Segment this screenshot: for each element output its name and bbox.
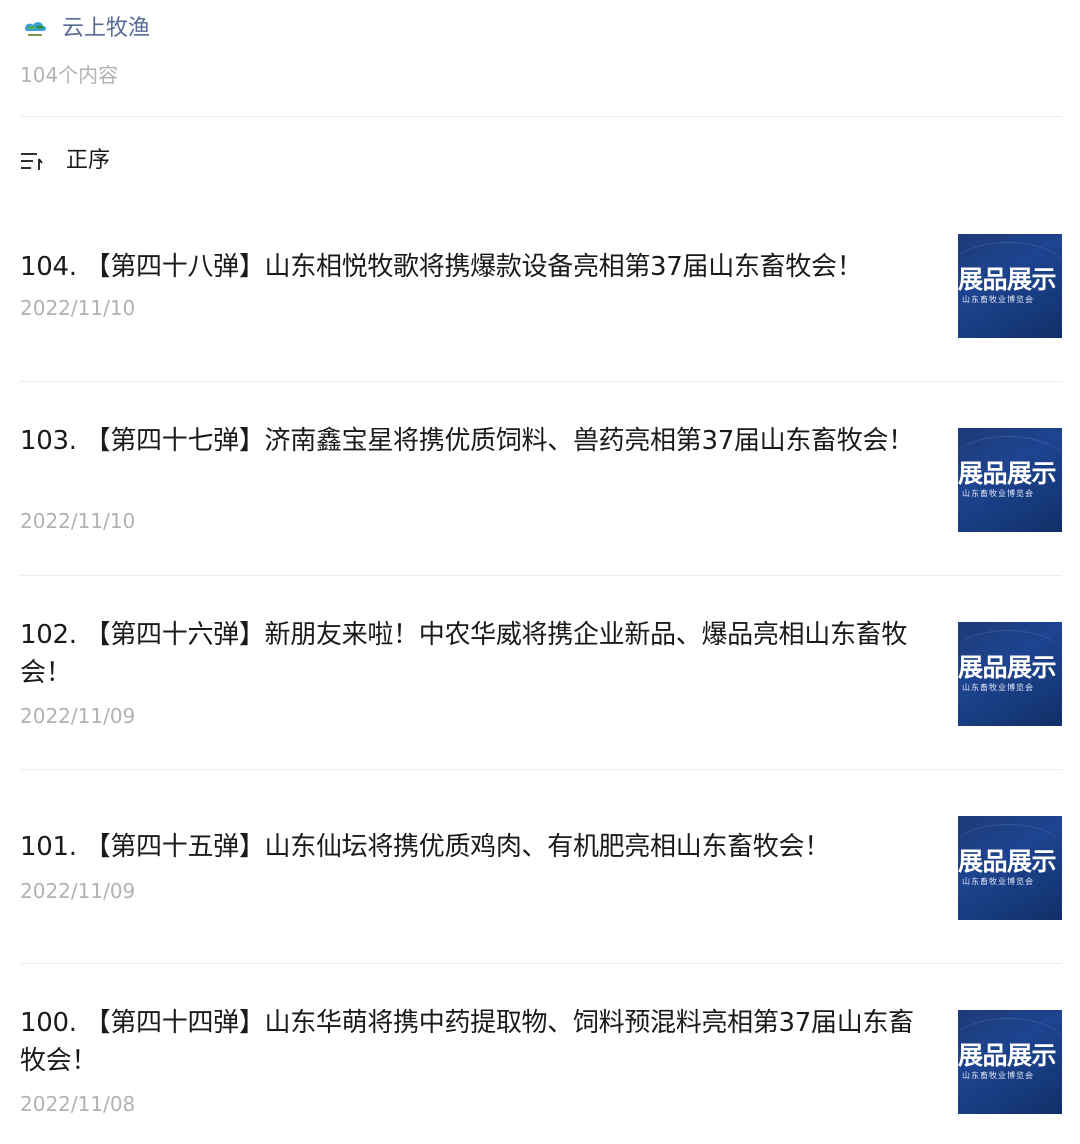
article-title[interactable]: 101. 【第四十五弹】山东仙坛将携优质鸡肉、有机肥亮相山东畜牧会！: [20, 828, 920, 866]
article-thumbnail[interactable]: 展品展示 山东畜牧业博览会: [958, 816, 1062, 920]
thumbnail-title: 展品展示: [958, 1041, 1057, 1070]
divider: [20, 116, 1062, 117]
article-date: 2022/11/10: [20, 509, 136, 533]
account-header[interactable]: 云上牧渔: [20, 12, 150, 46]
sort-order-icon: [20, 149, 46, 173]
cloud-fish-logo-icon: [20, 14, 50, 44]
article-thumbnail[interactable]: 展品展示 山东畜牧业博览会: [958, 622, 1062, 726]
thumbnail-title: 展品展示: [958, 459, 1057, 488]
thumbnail-subtitle: 山东畜牧业博览会: [962, 1071, 1034, 1080]
article-title[interactable]: 103. 【第四十七弹】济南鑫宝星将携优质饲料、兽药亮相第37届山东畜牧会！: [20, 422, 920, 460]
divider: [20, 963, 1062, 964]
thumbnail-title: 展品展示: [958, 847, 1057, 876]
article-item[interactable]: 100. 【第四十四弹】山东华萌将携中药提取物、饲料预混料亮相第37届山东畜牧会…: [20, 1008, 1062, 1120]
thumbnail-subtitle: 山东畜牧业博览会: [962, 295, 1034, 304]
thumbnail-title: 展品展示: [958, 265, 1057, 294]
account-name[interactable]: 云上牧渔: [62, 14, 150, 44]
article-title[interactable]: 102. 【第四十六弹】新朋友来啦！中农华威将携企业新品、爆品亮相山东畜牧会！: [20, 616, 920, 692]
article-thumbnail[interactable]: 展品展示 山东畜牧业博览会: [958, 428, 1062, 532]
divider: [20, 381, 1062, 382]
article-date: 2022/11/10: [20, 296, 136, 320]
sort-toggle[interactable]: 正序: [20, 144, 110, 178]
thumbnail-title: 展品展示: [958, 653, 1057, 682]
article-item[interactable]: 104. 【第四十八弹】山东相悦牧歌将携爆款设备亮相第37届山东畜牧会！ 202…: [20, 234, 1062, 338]
thumbnail-subtitle: 山东畜牧业博览会: [962, 877, 1034, 886]
article-thumbnail[interactable]: 展品展示 山东畜牧业博览会: [958, 234, 1062, 338]
article-item[interactable]: 101. 【第四十五弹】山东仙坛将携优质鸡肉、有机肥亮相山东畜牧会！ 2022/…: [20, 816, 1062, 920]
thumbnail-subtitle: 山东畜牧业博览会: [962, 683, 1034, 692]
article-title[interactable]: 100. 【第四十四弹】山东华萌将携中药提取物、饲料预混料亮相第37届山东畜牧会…: [20, 1004, 920, 1080]
article-date: 2022/11/09: [20, 704, 136, 728]
thumbnail-subtitle: 山东畜牧业博览会: [962, 489, 1034, 498]
article-thumbnail[interactable]: 展品展示 山东畜牧业博览会: [958, 1010, 1062, 1114]
content-count: 104个内容: [20, 63, 119, 87]
article-title[interactable]: 104. 【第四十八弹】山东相悦牧歌将携爆款设备亮相第37届山东畜牧会！: [20, 248, 920, 286]
article-date: 2022/11/09: [20, 879, 136, 903]
article-date: 2022/11/08: [20, 1092, 136, 1116]
article-item[interactable]: 103. 【第四十七弹】济南鑫宝星将携优质饲料、兽药亮相第37届山东畜牧会！ 2…: [20, 426, 1062, 538]
divider: [20, 769, 1062, 770]
article-item[interactable]: 102. 【第四十六弹】新朋友来啦！中农华威将携企业新品、爆品亮相山东畜牧会！ …: [20, 620, 1062, 732]
sort-label: 正序: [66, 148, 111, 173]
divider: [20, 575, 1062, 576]
